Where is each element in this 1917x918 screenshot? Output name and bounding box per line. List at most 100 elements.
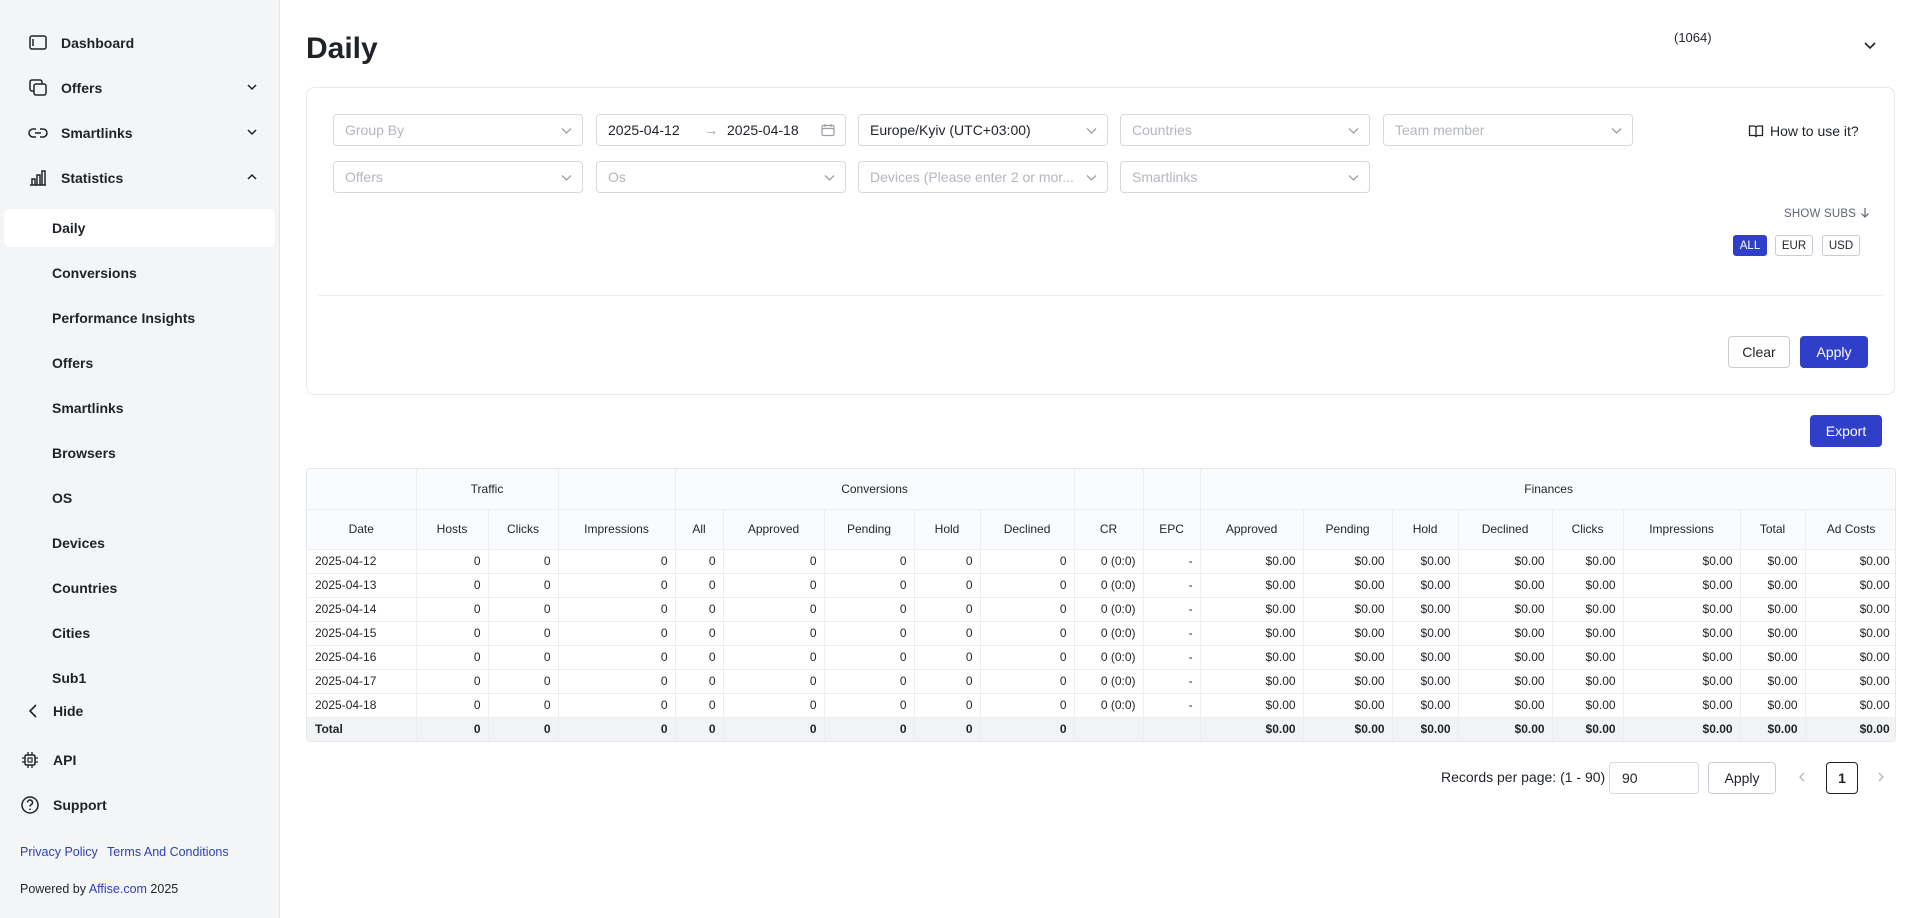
table-cell: 0: [416, 573, 489, 598]
chevron-left-icon[interactable]: [1795, 770, 1809, 784]
chevron-right-icon[interactable]: [1874, 770, 1888, 784]
date-range-picker[interactable]: 2025-04-12 → 2025-04-18: [596, 114, 846, 146]
timezone-value: Europe/Kyiv (UTC+03:00): [870, 122, 1031, 138]
total-cell: [1143, 717, 1201, 741]
chevron-down-icon: [824, 175, 835, 181]
table-cell: $0.00: [1303, 669, 1393, 694]
table-cell: $0.00: [1740, 645, 1806, 670]
nav-smartlinks[interactable]: Smartlinks: [0, 115, 280, 151]
currency-usd-button[interactable]: USD: [1822, 235, 1860, 256]
apply-filters-button[interactable]: Apply: [1800, 336, 1868, 368]
table-cell: 0: [980, 549, 1075, 574]
currency-eur-button[interactable]: EUR: [1775, 235, 1813, 256]
total-cell: 0: [824, 717, 915, 741]
stats-browsers[interactable]: Browsers: [0, 434, 280, 472]
os-select[interactable]: Os: [596, 161, 846, 193]
table-row: 2025-04-16 0 0 0 0 0 0 0 0 0 (0:0) - $0.00 $0.00 $0.0…: [307, 645, 1895, 670]
stats-devices[interactable]: Devices: [0, 524, 280, 562]
how-to-use-link[interactable]: How to use it?: [1748, 123, 1859, 139]
column-header[interactable]: Total: [1740, 509, 1806, 550]
chevron-down-icon[interactable]: [1863, 38, 1877, 52]
nav-api[interactable]: API: [0, 742, 280, 778]
stats-offers[interactable]: Offers: [0, 344, 280, 382]
column-header[interactable]: All: [675, 509, 724, 550]
column-header[interactable]: Declined: [980, 509, 1075, 550]
offers-select[interactable]: Offers: [333, 161, 583, 193]
column-header[interactable]: Hold: [1392, 509, 1459, 550]
stats-smartlinks[interactable]: Smartlinks: [0, 389, 280, 427]
currency-all-button[interactable]: ALL: [1733, 235, 1767, 256]
page-number-button[interactable]: 1: [1826, 762, 1858, 794]
nav-dashboard[interactable]: Dashboard: [0, 25, 280, 61]
table-cell: 0: [416, 549, 489, 574]
stats-conversions[interactable]: Conversions: [0, 254, 280, 292]
table-cell: 0: [488, 669, 559, 694]
table-cell: 0: [723, 693, 825, 718]
table-cell: 0: [824, 693, 915, 718]
hide-sidebar-button[interactable]: Hide: [0, 693, 280, 729]
table-cell: 0: [488, 645, 559, 670]
clear-button[interactable]: Clear: [1728, 336, 1790, 368]
column-header[interactable]: Hosts: [416, 509, 489, 550]
table-cell: 0: [914, 597, 981, 622]
timezone-select[interactable]: Europe/Kyiv (UTC+03:00): [858, 114, 1108, 146]
column-header[interactable]: CR: [1074, 509, 1144, 550]
records-per-page-input[interactable]: [1609, 762, 1699, 794]
table-cell: 0: [488, 597, 559, 622]
date-from[interactable]: 2025-04-12: [608, 122, 680, 138]
column-header[interactable]: EPC: [1143, 509, 1201, 550]
column-header[interactable]: Pending: [1303, 509, 1393, 550]
group-header-cell: [1143, 469, 1201, 510]
column-header[interactable]: Pending: [824, 509, 915, 550]
column-header[interactable]: Hold: [914, 509, 981, 550]
chevron-down-icon: [561, 128, 572, 134]
affise-link[interactable]: Affise.com: [89, 882, 147, 896]
table-cell: 0: [488, 693, 559, 718]
team-member-select[interactable]: Team member: [1383, 114, 1633, 146]
nav-dashboard-label: Dashboard: [61, 35, 135, 51]
table-cell: 0: [980, 669, 1075, 694]
stats-os[interactable]: OS: [0, 479, 280, 517]
column-header[interactable]: Declined: [1458, 509, 1553, 550]
column-header[interactable]: Ad Costs: [1805, 509, 1895, 550]
nav-statistics[interactable]: Statistics: [0, 160, 280, 196]
stats-countries[interactable]: Countries: [0, 569, 280, 607]
column-header[interactable]: Date: [307, 509, 417, 550]
table-cell: 0: [824, 573, 915, 598]
chevron-down-icon: [1348, 128, 1359, 134]
group-header-cell: Conversions: [675, 469, 1075, 510]
smartlinks-select[interactable]: Smartlinks: [1120, 161, 1370, 193]
table-cell: $0.00: [1740, 669, 1806, 694]
column-header[interactable]: Approved: [1200, 509, 1304, 550]
devices-select[interactable]: Devices (Please enter 2 or mor...: [858, 161, 1108, 193]
table-cell: 2025-04-18: [307, 693, 417, 718]
column-header[interactable]: Clicks: [1552, 509, 1624, 550]
show-subs-toggle[interactable]: SHOW SUBS: [1784, 207, 1870, 220]
apply-page-size-button[interactable]: Apply: [1708, 762, 1776, 794]
date-to[interactable]: 2025-04-18: [727, 122, 799, 138]
column-header[interactable]: Impressions: [1623, 509, 1741, 550]
column-header[interactable]: Impressions: [558, 509, 676, 550]
devices-placeholder: Devices (Please enter 2 or mor...: [870, 169, 1074, 185]
terms-link[interactable]: Terms And Conditions: [107, 845, 229, 859]
date-range-arrow: →: [704, 122, 718, 138]
column-header[interactable]: Clicks: [488, 509, 559, 550]
stats-daily[interactable]: Daily: [4, 209, 275, 247]
table-cell: 0: [675, 549, 724, 574]
total-cell: 0: [723, 717, 825, 741]
countries-select[interactable]: Countries: [1120, 114, 1370, 146]
table-cell: -: [1143, 669, 1201, 694]
nav-support[interactable]: Support: [0, 787, 280, 823]
stats-performance-insights[interactable]: Performance Insights: [0, 299, 280, 337]
table-cell: 0: [675, 693, 724, 718]
privacy-policy-link[interactable]: Privacy Policy: [20, 845, 98, 859]
stats-cities[interactable]: Cities: [0, 614, 280, 652]
stats-sub1[interactable]: Sub1: [0, 659, 280, 697]
export-button[interactable]: Export: [1810, 415, 1882, 447]
group-by-select[interactable]: Group By: [333, 114, 583, 146]
chevron-down-icon: [1611, 128, 1622, 134]
column-header[interactable]: Approved: [723, 509, 825, 550]
calendar-icon: [821, 124, 835, 137]
total-cell: $0.00: [1303, 717, 1393, 741]
nav-offers[interactable]: Offers: [0, 70, 280, 106]
